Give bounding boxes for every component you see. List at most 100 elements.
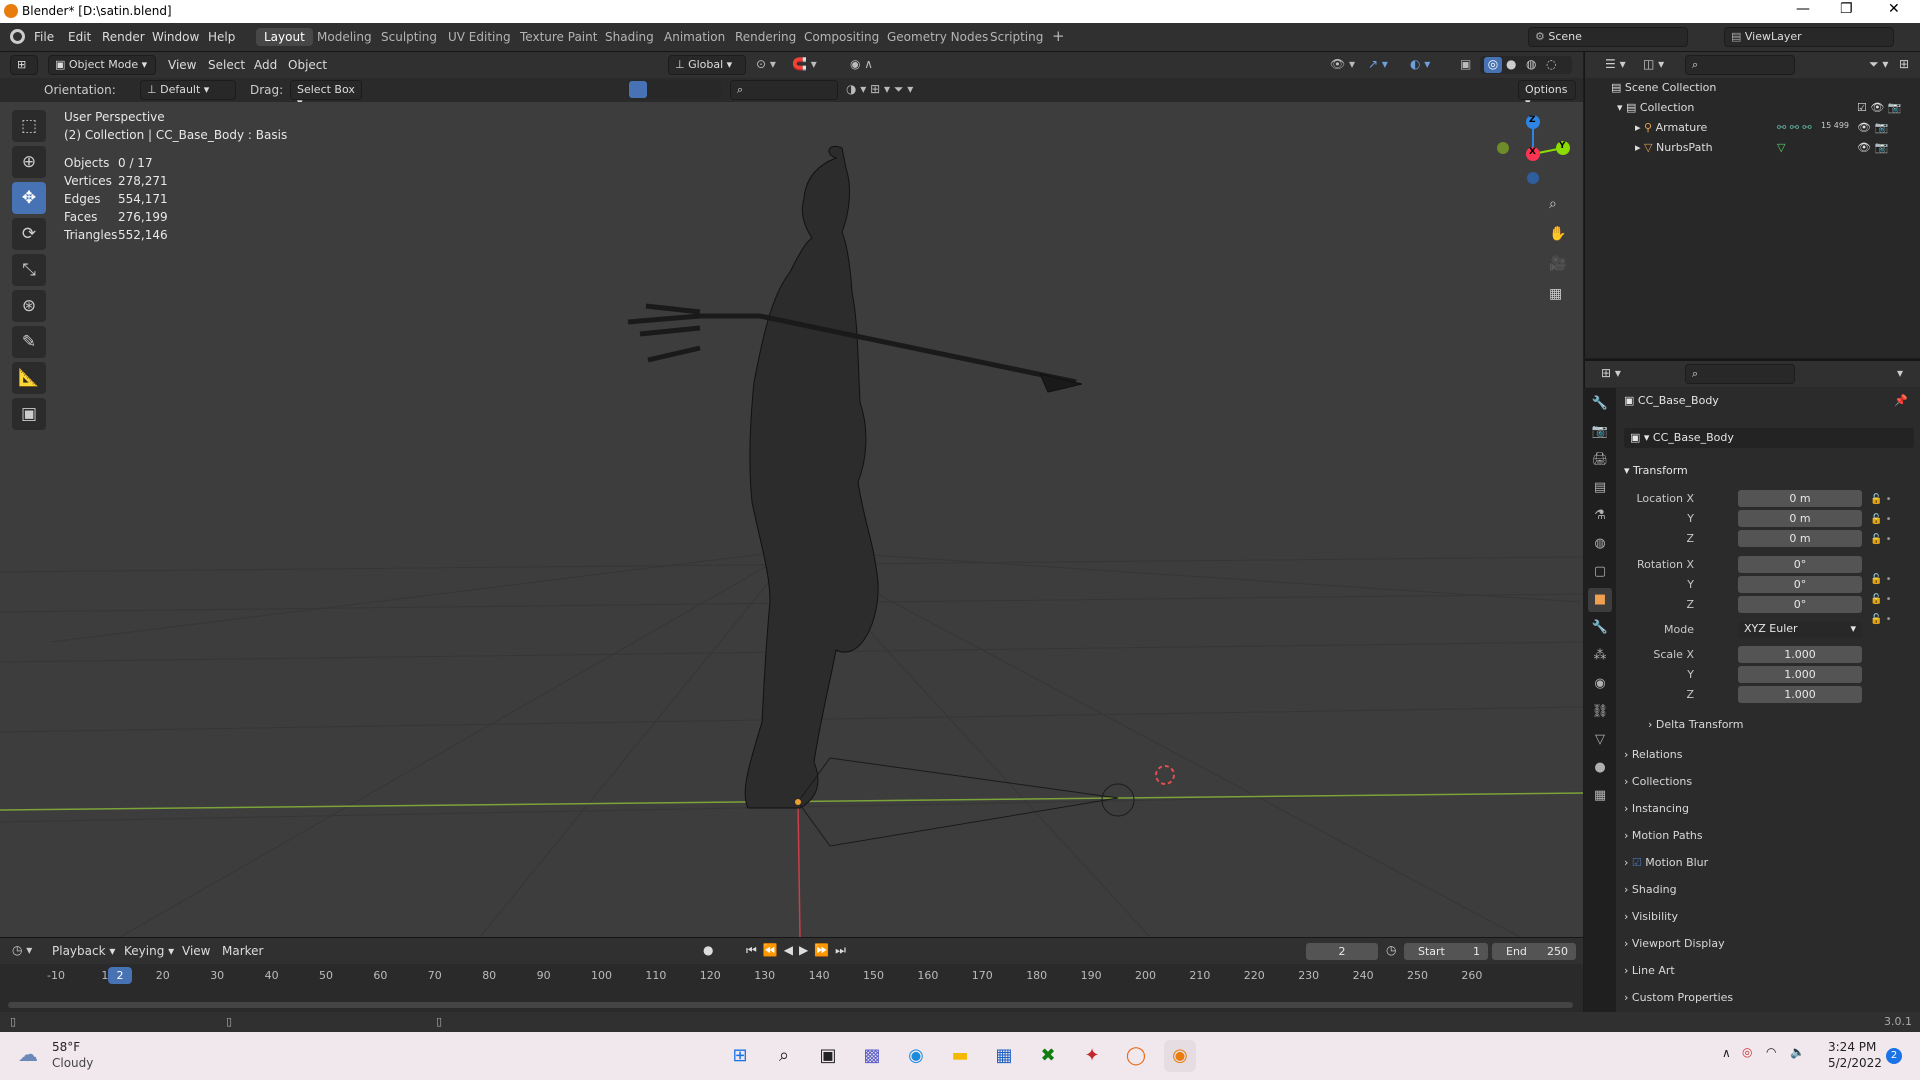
outliner-editor-icon[interactable]: ☰ ▾ xyxy=(1605,57,1626,71)
camera-view-icon[interactable]: 🎥 xyxy=(1549,256,1566,272)
annotate-tool-icon[interactable]: ✎ xyxy=(12,326,46,358)
transform-panel-header[interactable]: ▾ Transform xyxy=(1624,460,1914,482)
windows-start-icon[interactable]: ⊞ xyxy=(724,1040,756,1072)
overlay-toggle-icon[interactable]: ◐ ▾ xyxy=(1410,57,1430,71)
panel-motion-paths[interactable]: › Motion Paths xyxy=(1624,822,1914,849)
playback-controls[interactable]: ⏮⏪◀▶⏩⏭ xyxy=(746,943,852,958)
scale-tool-icon[interactable]: ⤡ xyxy=(12,254,46,286)
autokey-icon[interactable]: ● xyxy=(703,943,713,957)
visibility-icon[interactable]: 👁 ▾ xyxy=(1330,57,1355,71)
menu-keying[interactable]: Keying ▾ xyxy=(124,944,174,958)
tab-compositing[interactable]: Compositing xyxy=(804,30,879,44)
panel-custom-properties[interactable]: › Custom Properties xyxy=(1624,984,1914,1011)
physics-tab-icon[interactable]: ◉ xyxy=(1588,672,1612,696)
material-shading-icon[interactable]: ◍ xyxy=(1526,57,1536,71)
tab-animation[interactable]: Animation xyxy=(664,30,725,44)
add-cube-tool-icon[interactable]: ▣ xyxy=(12,398,46,430)
scene-collection-row[interactable]: ▤ Scene Collection xyxy=(1611,81,1716,94)
panel-shading[interactable]: › Shading xyxy=(1624,876,1914,903)
clock-date[interactable]: 5/2/2022 xyxy=(1828,1056,1882,1070)
render-tab-icon[interactable]: 📷 xyxy=(1588,420,1612,444)
collection-tab-icon[interactable]: ▢ xyxy=(1588,560,1612,584)
xbox-icon[interactable]: ✖ xyxy=(1032,1040,1064,1072)
volume-icon[interactable]: 🔈 xyxy=(1790,1045,1805,1059)
panel-collections[interactable]: › Collections xyxy=(1624,768,1914,795)
red-app-icon[interactable]: ✦ xyxy=(1076,1040,1108,1072)
armature-visibility-icons[interactable]: 👁 📷 xyxy=(1857,121,1888,134)
select-new-icon[interactable] xyxy=(629,81,647,98)
menu-playback[interactable]: Playback ▾ xyxy=(52,944,115,958)
rotation-z-field[interactable]: 0° xyxy=(1738,596,1862,613)
start-frame-field[interactable]: Start 1 xyxy=(1404,943,1488,960)
orientation-selector[interactable]: ⊥ Default ▾ xyxy=(140,80,236,100)
panel-motion-blur[interactable]: › ☑ Motion Blur xyxy=(1624,849,1914,876)
tab-layout[interactable]: Layout xyxy=(256,28,313,46)
pivot-icon[interactable]: ⊙ ▾ xyxy=(756,57,776,71)
rendered-shading-icon[interactable]: ◌ xyxy=(1546,57,1556,71)
menu-marker[interactable]: Marker xyxy=(222,944,263,958)
properties-options-icon[interactable]: ▾ xyxy=(1897,366,1903,380)
properties-editor-icon[interactable]: ⊞ ▾ xyxy=(1601,366,1621,380)
lock-icons[interactable]: 🔓 • 🔓 • 🔓 • 🔓 • 🔓 • 🔓 • xyxy=(1870,490,1892,630)
weather-desc[interactable]: Cloudy xyxy=(52,1056,93,1070)
file-explorer-icon[interactable]: ▬ xyxy=(944,1040,976,1072)
texture-tab-icon[interactable]: ▦ xyxy=(1588,784,1612,808)
options-dropdown[interactable]: Options ▾ xyxy=(1518,80,1576,109)
end-frame-field[interactable]: End 250 xyxy=(1492,943,1576,960)
teams-chat-icon[interactable]: ▩ xyxy=(856,1040,888,1072)
motion-blur-checkbox[interactable]: ☑ xyxy=(1632,856,1642,869)
editor-type-icon[interactable]: ⊞ xyxy=(10,55,38,75)
tab-sculpting[interactable]: Sculpting xyxy=(381,30,437,44)
expand-arrow-icon[interactable]: ▾ xyxy=(1617,101,1626,114)
snap-icon[interactable]: 🧲 ▾ xyxy=(792,57,817,71)
timeline-scrollbar[interactable] xyxy=(8,1002,1573,1008)
panel-viewport-display[interactable]: › Viewport Display xyxy=(1624,930,1914,957)
cursor-tool-icon[interactable]: ⊕ xyxy=(12,146,46,178)
scene-selector[interactable]: ⚙ Scene xyxy=(1528,27,1688,47)
menu-file[interactable]: File xyxy=(34,30,54,44)
tab-modeling[interactable]: Modeling xyxy=(317,30,372,44)
tool-tab-icon[interactable]: 🔧 xyxy=(1588,392,1612,416)
rotation-y-field[interactable]: 0° xyxy=(1738,576,1862,593)
filter-icon[interactable]: ◑ ▾ ⊞ ▾ ⏷ ▾ xyxy=(846,82,913,97)
menu-window[interactable]: Window xyxy=(152,30,199,44)
collection-visibility-icons[interactable]: ☑ 👁 📷 xyxy=(1857,101,1902,114)
pan-hand-icon[interactable]: ✋ xyxy=(1549,226,1566,242)
object-datablock-field[interactable]: ▣ ▾ CC_Base_Body xyxy=(1624,428,1914,448)
constraints-tab-icon[interactable]: ⛓ xyxy=(1588,700,1612,724)
edge-browser-icon[interactable]: ◉ xyxy=(900,1040,932,1072)
search-icon[interactable]: ⌕ xyxy=(768,1040,800,1072)
current-frame-field[interactable]: 2 xyxy=(1306,943,1378,960)
clock-time[interactable]: 3:24 PM xyxy=(1828,1040,1876,1054)
wireframe-shading-icon[interactable]: ◎ xyxy=(1484,57,1502,73)
scale-z-field[interactable]: 1.000 xyxy=(1738,686,1862,703)
outliner-item-armature[interactable]: ▸ ⚲ Armature ⚯ ⚯ ⚯ 15 499 👁 📷 xyxy=(1635,121,1917,134)
frame-ruler[interactable]: -101020304050607080901001101201301401501… xyxy=(0,966,1583,986)
navigation-gizmo[interactable]: Z Y X xyxy=(1490,110,1570,190)
close-button[interactable]: ✕ xyxy=(1888,1,1900,17)
zoom-icon[interactable]: ⌕ xyxy=(1549,196,1557,212)
rotate-tool-icon[interactable]: ⟳ xyxy=(12,218,46,250)
tab-uv-editing[interactable]: UV Editing xyxy=(448,30,511,44)
scene-tab-icon[interactable]: ⚗ xyxy=(1588,504,1612,528)
menu-view[interactable]: View xyxy=(168,58,196,72)
display-mode-icon[interactable]: ◫ ▾ xyxy=(1643,57,1664,71)
tab-texture-paint[interactable]: Texture Paint xyxy=(520,30,597,44)
location-z-field[interactable]: 0 m xyxy=(1738,530,1862,547)
view-layer-tab-icon[interactable]: ▤ xyxy=(1588,476,1612,500)
properties-search-input[interactable]: ⌕ xyxy=(1685,364,1795,384)
perspective-toggle-icon[interactable]: ▦ xyxy=(1549,286,1562,302)
xray-icon[interactable]: ▣ xyxy=(1460,57,1471,71)
mode-selector[interactable]: ▣ Object Mode ▾ xyxy=(48,55,156,75)
nurbspath-visibility-icons[interactable]: 👁 📷 xyxy=(1857,141,1888,154)
panel-relations[interactable]: › Relations xyxy=(1624,741,1914,768)
new-collection-icon[interactable]: ⊞ xyxy=(1899,57,1909,71)
material-tab-icon[interactable]: ● xyxy=(1588,756,1612,780)
3d-viewport[interactable]: ⬚ ⊕ ✥ ⟳ ⤡ ⊛ ✎ 📐 ▣ User Perspective (2) C… xyxy=(0,102,1583,937)
particles-tab-icon[interactable]: ⁂ xyxy=(1588,644,1612,668)
location-x-field[interactable]: 0 m xyxy=(1738,490,1862,507)
notification-badge[interactable]: 2 xyxy=(1886,1048,1902,1064)
3d-cursor[interactable] xyxy=(1155,765,1175,785)
rotation-x-field[interactable]: 0° xyxy=(1738,556,1862,573)
menu-add[interactable]: Add xyxy=(254,58,277,72)
